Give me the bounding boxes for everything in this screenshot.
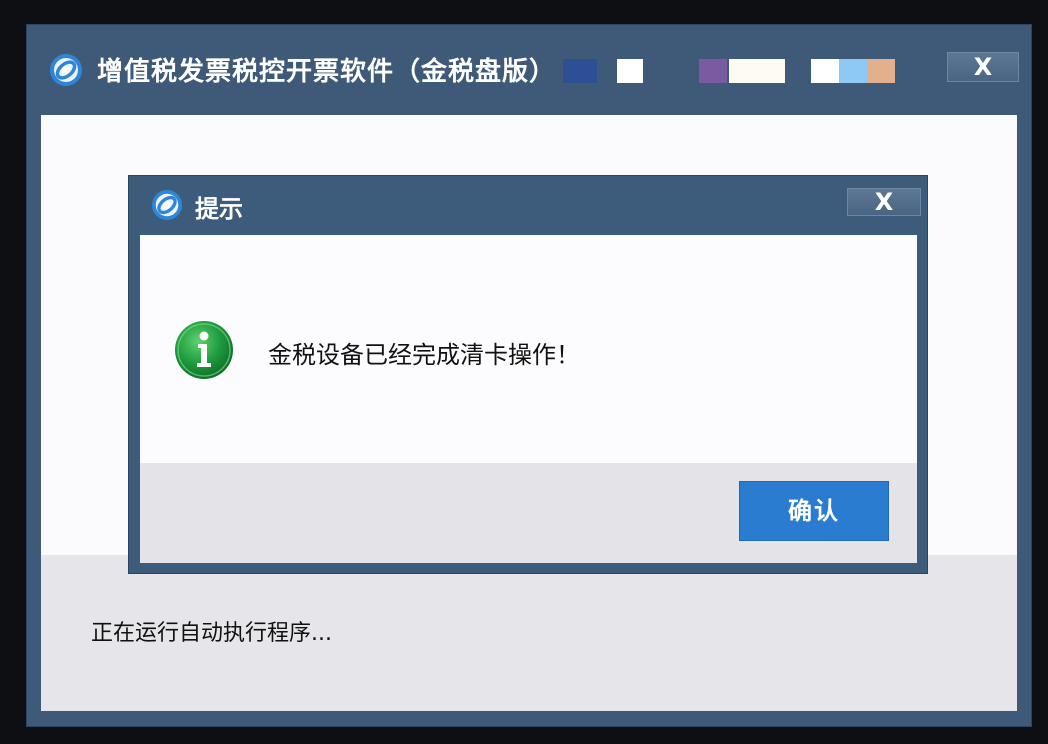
main-close-button[interactable]: X xyxy=(947,52,1019,82)
main-titlebar[interactable]: 增值税发票税控开票软件（金税盘版） X xyxy=(27,25,1031,113)
message-text: 金税设备已经完成清卡操作！ xyxy=(268,341,580,369)
redacted-area xyxy=(617,59,643,83)
dialog-title: 提示 xyxy=(195,195,243,223)
redacted-area xyxy=(839,59,867,83)
prompt-dialog: 提示 X 金税设备已经完成清卡操作！ 确认 xyxy=(128,175,928,574)
window-title: 增值税发票税控开票软件（金税盘版） xyxy=(97,57,557,87)
app-logo-icon xyxy=(50,54,82,86)
dialog-close-button[interactable]: X xyxy=(847,188,921,216)
status-text: 正在运行自动执行程序... xyxy=(91,621,332,646)
info-icon xyxy=(175,321,233,379)
redacted-area xyxy=(563,59,597,83)
redacted-area xyxy=(867,59,895,83)
message-area: 金税设备已经完成清卡操作！ xyxy=(140,235,917,463)
redacted-area xyxy=(729,59,785,83)
redacted-area xyxy=(811,59,839,83)
dialog-body: 金税设备已经完成清卡操作！ 确认 xyxy=(140,235,917,563)
app-logo-icon xyxy=(151,189,183,221)
redacted-area xyxy=(699,59,727,83)
confirm-button[interactable]: 确认 xyxy=(739,481,889,541)
